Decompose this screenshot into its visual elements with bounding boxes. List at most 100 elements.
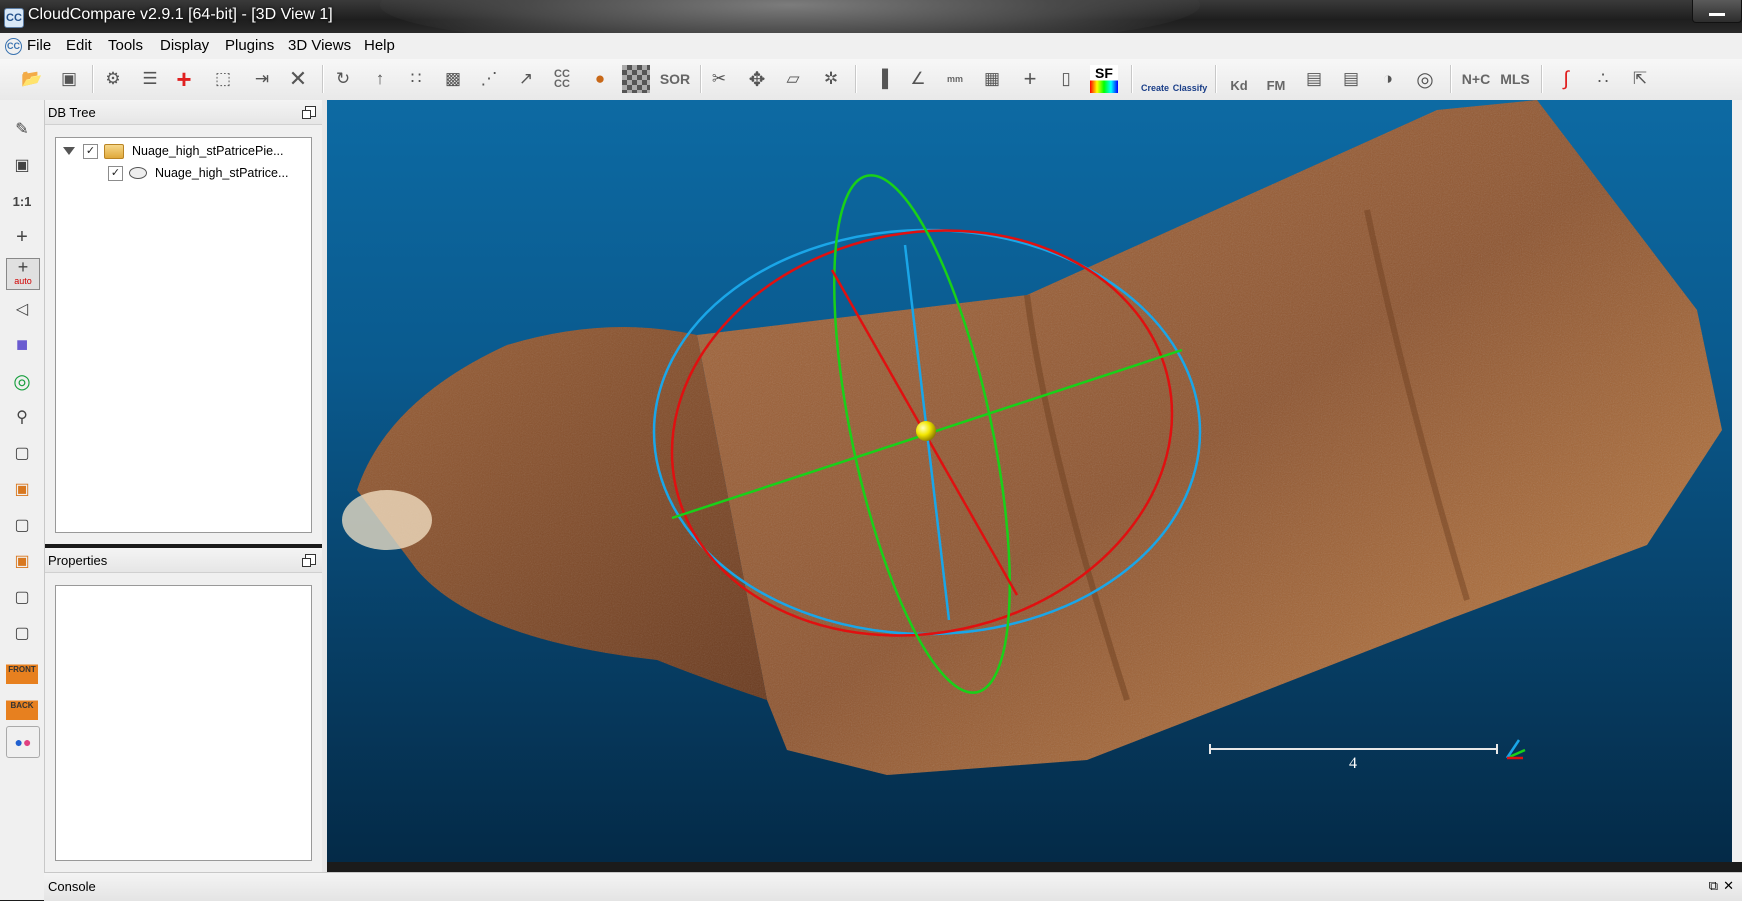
crop-icon[interactable]: ↗: [512, 65, 540, 93]
histogram-icon[interactable]: ▐: [868, 65, 896, 93]
stereo-icon[interactable]: ● ●: [6, 726, 40, 758]
properties-view[interactable]: [55, 585, 312, 861]
rotation-icon[interactable]: ◎: [6, 366, 38, 396]
fm-button[interactable]: FM: [1262, 65, 1290, 93]
camera-icon[interactable]: ▣: [6, 150, 38, 180]
scatter-icon[interactable]: ∴: [1589, 65, 1617, 93]
plane-icon[interactable]: ▱: [779, 65, 807, 93]
kd-button[interactable]: Kd: [1225, 65, 1253, 93]
menu-display[interactable]: Display: [160, 37, 209, 54]
plus-icon[interactable]: +: [1016, 65, 1044, 93]
normals-icon[interactable]: ↑: [366, 65, 394, 93]
open-file-icon[interactable]: 📂: [18, 65, 46, 93]
center-icon[interactable]: +: [6, 222, 38, 252]
segment-icon[interactable]: ●: [586, 65, 614, 93]
view-front-icon[interactable]: ▣: [6, 474, 38, 504]
view-left-icon[interactable]: ▢: [6, 510, 38, 540]
noise-icon[interactable]: ⋰: [475, 65, 503, 93]
globe-icon[interactable]: ◎: [1411, 65, 1439, 93]
menu-app-icon: CC: [5, 38, 22, 55]
3d-scene: 4: [342, 100, 1722, 775]
mls-button[interactable]: MLS: [1500, 65, 1530, 93]
merge-icon[interactable]: ⇥: [248, 65, 276, 93]
point-cloud-icon: [129, 167, 147, 179]
menu-help[interactable]: Help: [364, 37, 395, 54]
minimize-button[interactable]: [1692, 0, 1742, 23]
axis-trihedron: [1505, 739, 1526, 760]
cube-icon[interactable]: ■: [6, 330, 38, 360]
auto-pivot-button[interactable]: + auto: [6, 258, 40, 290]
cc-label[interactable]: CC CC: [548, 65, 576, 93]
sf-icon[interactable]: SF: [1090, 65, 1118, 93]
tree-checkbox[interactable]: ✓: [108, 165, 123, 181]
view-bottom-icon[interactable]: ▢: [6, 618, 38, 648]
mesh-icon[interactable]: ▩: [439, 65, 467, 93]
tree-checkbox[interactable]: ✓: [83, 143, 98, 159]
save-icon[interactable]: ▣: [55, 65, 83, 93]
register-icon[interactable]: ↻: [329, 65, 357, 93]
subsample-icon[interactable]: ∷: [402, 65, 430, 93]
minmax-icon[interactable]: mm: [941, 65, 969, 93]
3d-view[interactable]: 4: [327, 100, 1732, 862]
canupo-create-button[interactable]: Create: [1141, 65, 1169, 93]
menu-3d-views[interactable]: 3D Views: [288, 37, 351, 54]
csv-icon[interactable]: ▤: [1337, 65, 1365, 93]
menu-plugins[interactable]: Plugins: [225, 37, 274, 54]
delete-icon[interactable]: ✕: [284, 65, 312, 93]
properties-title: Properties: [48, 553, 108, 568]
shp-icon[interactable]: ▤: [1300, 65, 1328, 93]
pick-icon[interactable]: ✲: [817, 65, 845, 93]
pie-icon[interactable]: ◑: [1374, 65, 1402, 93]
gizmo-center-sphere[interactable]: [916, 421, 936, 441]
close-console-icon[interactable]: ✕: [1723, 878, 1734, 894]
export-icon[interactable]: ⇱: [1626, 65, 1654, 93]
pivot-icon: +: [17, 257, 29, 277]
list-icon[interactable]: ☰: [136, 65, 164, 93]
view-right-icon[interactable]: ▢: [6, 582, 38, 612]
iso-front-button[interactable]: FRONT: [6, 654, 38, 684]
folder-icon: [104, 143, 124, 159]
section-icon[interactable]: ∫: [1552, 65, 1580, 93]
console-panel: Console ⧉ ✕: [44, 872, 1742, 901]
calc-icon[interactable]: ▦: [978, 65, 1006, 93]
float-console-icon[interactable]: ⧉: [1709, 878, 1718, 894]
tree-item-cloud[interactable]: ✓ Nuage_high_stPatrice...: [108, 164, 288, 182]
title-bar: CC CloudCompare v2.9.1 [64-bit] - [3D Vi…: [0, 0, 1742, 33]
canupo-classify-button[interactable]: Classify: [1173, 65, 1208, 93]
menu-bar: CC File Edit Tools Display Plugins 3D Vi…: [0, 33, 1742, 60]
scissors-icon[interactable]: ✂: [705, 65, 733, 93]
db-tree-panel: DB Tree ✓ Nuage_high_stPatricePie... ✓ N…: [45, 100, 322, 544]
add-point-icon[interactable]: +: [170, 64, 198, 94]
perspective-icon[interactable]: ◁: [6, 294, 38, 324]
float-panel-icon[interactable]: [302, 106, 316, 119]
expand-arrow-icon[interactable]: [63, 147, 75, 155]
sor-label[interactable]: SOR: [660, 65, 690, 93]
db-tree-view[interactable]: ✓ Nuage_high_stPatricePie... ✓ Nuage_hig…: [55, 137, 312, 533]
one-to-one-button[interactable]: 1:1: [6, 186, 38, 216]
sample-icon[interactable]: ⬚: [209, 65, 237, 93]
tree-item-label: Nuage_high_stPatricePie...: [132, 144, 284, 158]
translate-icon[interactable]: ✥: [743, 65, 771, 93]
app-icon: CC: [4, 8, 24, 28]
console-title: Console: [48, 879, 96, 894]
window-title: CloudCompare v2.9.1 [64-bit] - [3D View …: [28, 6, 333, 23]
float-panel-icon[interactable]: [302, 554, 316, 567]
sf-delete-icon[interactable]: ▯: [1052, 65, 1080, 93]
nc-button[interactable]: N+C: [1462, 65, 1490, 93]
view-top-icon[interactable]: ▢: [6, 438, 38, 468]
db-tree-title: DB Tree: [48, 105, 96, 120]
iso-back-button[interactable]: BACK: [6, 690, 38, 720]
menu-file[interactable]: File: [27, 37, 51, 54]
tree-item-group[interactable]: ✓ Nuage_high_stPatricePie...: [63, 142, 283, 160]
minimize-icon: [1709, 13, 1725, 16]
curve-icon[interactable]: ∠: [904, 65, 932, 93]
checkerboard-icon[interactable]: [622, 65, 650, 93]
tree-item-label: Nuage_high_stPatrice...: [155, 166, 289, 180]
menu-edit[interactable]: Edit: [66, 37, 92, 54]
clone-icon[interactable]: ⚙: [99, 65, 127, 93]
zoom-icon[interactable]: ⚲: [6, 402, 38, 432]
menu-tools[interactable]: Tools: [108, 37, 143, 54]
pencil-icon[interactable]: ✎: [6, 114, 38, 144]
auto-label: auto: [14, 276, 32, 286]
view-back-icon[interactable]: ▣: [6, 546, 38, 576]
